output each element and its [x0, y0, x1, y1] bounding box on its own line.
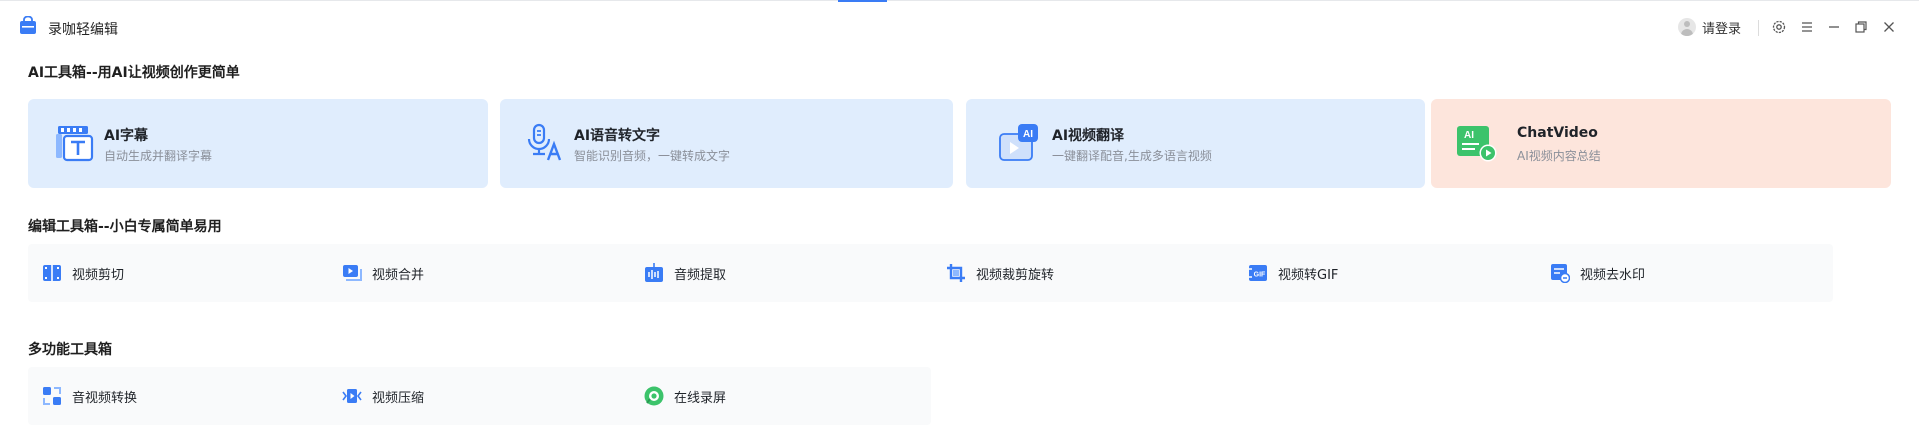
multi-tools-row: 音视频转换 视频压缩 在线录屏	[28, 367, 931, 425]
tool-label: 视频剪切	[72, 267, 125, 283]
screen-record-icon	[644, 386, 664, 406]
tool-label: 在线录屏	[674, 390, 727, 406]
settings-icon	[1772, 20, 1786, 34]
tool-label: 视频转GIF	[1278, 267, 1339, 283]
subtitle-icon	[56, 126, 94, 162]
chatvideo-desc: AI视频内容总结	[1517, 149, 1601, 163]
audio-extract-icon	[645, 263, 663, 282]
titlebar-divider	[1758, 20, 1759, 36]
tool-video-merge[interactable]: 视频合并	[342, 244, 424, 302]
crop-rotate-icon	[947, 264, 965, 282]
tool-label: 音频提取	[674, 267, 727, 283]
window-drag-indicator[interactable]	[838, 0, 887, 2]
title-bar: 录咖轻编辑 请登录	[0, 6, 1919, 48]
app-title: 录咖轻编辑	[48, 22, 118, 38]
gif-icon: GIF	[1249, 265, 1267, 281]
scrollbar-track[interactable]	[1909, 48, 1919, 441]
convert-icon	[43, 387, 61, 405]
minimize-icon	[1829, 26, 1839, 28]
close-button[interactable]	[1879, 17, 1899, 37]
video-translate-icon: AI	[999, 124, 1038, 161]
svg-text:AI: AI	[1464, 130, 1474, 141]
ai-speech-to-text-desc: 智能识别音频，一键转成文字	[574, 149, 731, 163]
ai-section-title: AI工具箱--用AI让视频创作更简单	[28, 65, 240, 81]
chatvideo-title: ChatVideo	[1517, 125, 1598, 141]
tool-screen-record[interactable]: 在线录屏	[644, 367, 726, 425]
video-cut-icon	[43, 265, 61, 281]
edit-tools-row: 视频剪切 视频合并 音频提取 视频裁剪旋转 GIF 视频转GIF 视频去水印	[28, 244, 1833, 302]
ai-video-translate-desc: 一键翻译配音,生成多语言视频	[1052, 149, 1212, 163]
avatar	[1678, 18, 1696, 36]
ai-video-translate-card[interactable]: AI AI视频翻译 一键翻译配音,生成多语言视频	[966, 99, 1425, 188]
ai-subtitle-title: AI字幕	[104, 128, 149, 144]
close-icon	[1884, 22, 1894, 32]
chatvideo-card[interactable]: AI ChatVideo AI视频内容总结	[1431, 99, 1891, 188]
restore-icon	[1855, 21, 1867, 33]
login-label: 请登录	[1702, 21, 1742, 37]
restore-button[interactable]	[1851, 17, 1871, 37]
tool-av-convert[interactable]: 音视频转换	[42, 367, 137, 425]
tool-label: 视频合并	[372, 267, 425, 283]
svg-text:GIF: GIF	[1254, 272, 1266, 279]
minimize-button[interactable]	[1824, 17, 1844, 37]
watermark-remove-icon	[1551, 264, 1570, 283]
tool-label: 视频裁剪旋转	[976, 267, 1055, 283]
menu-button[interactable]	[1797, 17, 1817, 37]
app-logo-icon	[20, 16, 36, 34]
menu-icon	[1802, 22, 1812, 32]
ai-subtitle-desc: 自动生成并翻译字幕	[104, 149, 213, 163]
login-button[interactable]: 请登录	[1678, 17, 1741, 37]
tool-crop-rotate[interactable]: 视频裁剪旋转	[946, 244, 1054, 302]
multi-section-title: 多功能工具箱	[28, 342, 112, 358]
tool-video-compress[interactable]: 视频压缩	[342, 367, 424, 425]
tool-watermark-remove[interactable]: 视频去水印	[1550, 244, 1645, 302]
ai-video-translate-title: AI视频翻译	[1052, 128, 1125, 144]
ai-speech-to-text-card[interactable]: AI语音转文字 智能识别音频，一键转成文字	[500, 99, 953, 188]
compress-icon	[342, 389, 362, 403]
chatvideo-icon: AI	[1457, 126, 1497, 162]
tool-label: 音视频转换	[72, 390, 138, 406]
ai-speech-to-text-title: AI语音转文字	[574, 128, 661, 144]
tool-video-cut[interactable]: 视频剪切	[42, 244, 124, 302]
tool-label: 视频去水印	[1580, 267, 1646, 283]
ai-subtitle-card[interactable]: AI字幕 自动生成并翻译字幕	[28, 99, 488, 188]
tool-label: 视频压缩	[372, 390, 425, 406]
video-merge-icon	[343, 265, 362, 281]
tool-video-to-gif[interactable]: GIF 视频转GIF	[1248, 244, 1338, 302]
settings-button[interactable]	[1769, 17, 1789, 37]
window-top-border	[0, 0, 1919, 1]
svg-text:AI: AI	[1023, 129, 1033, 140]
tool-audio-extract[interactable]: 音频提取	[644, 244, 726, 302]
edit-section-title: 编辑工具箱--小白专属简单易用	[28, 219, 222, 235]
speech-to-text-icon	[527, 123, 562, 161]
